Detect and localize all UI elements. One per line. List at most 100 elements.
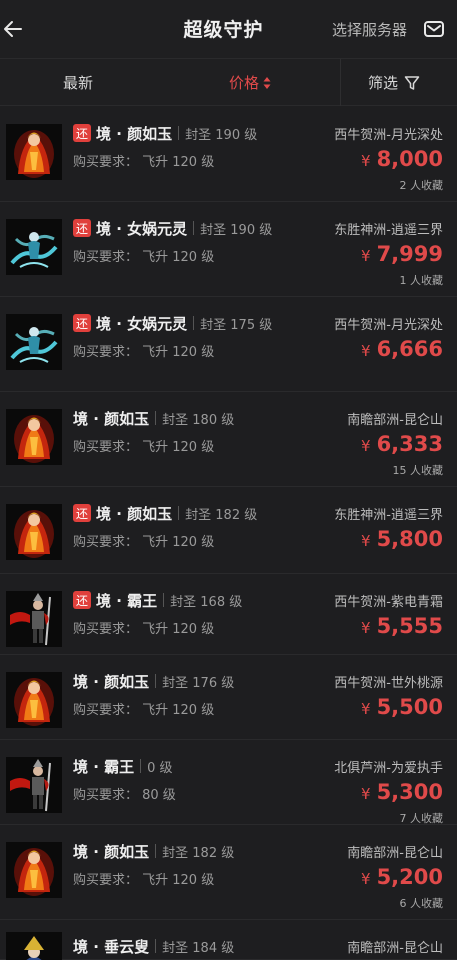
price-amount: 5,800	[376, 527, 443, 551]
bargain-badge: 还	[73, 314, 91, 332]
character-thumbnail	[6, 219, 62, 275]
price-amount: 5,300	[376, 780, 443, 804]
filter-button[interactable]: 筛选	[368, 72, 420, 93]
title-line: 境 · 颜如玉 封圣 176 级	[73, 671, 234, 691]
title-divider	[155, 939, 157, 953]
item-level: 0 级	[147, 760, 173, 776]
server-name: 北俱芦洲-为爱执手	[334, 761, 443, 776]
price-amount: 5,500	[376, 695, 443, 719]
currency-symbol: ¥	[361, 532, 371, 550]
listing-item[interactable]: 还境 · 颜如玉 封圣 190 级购买要求： 飞升 120 级 西牛贺洲-月光深处 ¥…	[0, 107, 457, 202]
mail-icon	[424, 21, 444, 37]
purchase-requirement: 购买要求： 飞升 120 级	[73, 703, 215, 718]
listing-item[interactable]: 境 · 颜如玉 封圣 182 级购买要求： 飞升 120 级 南瞻部洲-昆仑山 ¥5,…	[0, 825, 457, 920]
listing-item[interactable]: 还境 · 女娲元灵 封圣 175 级购买要求： 飞升 120 级 西牛贺洲-月光深处…	[0, 297, 457, 392]
server-name: 南瞻部洲-昆仑山	[347, 413, 443, 428]
item-price: ¥6,666	[361, 337, 443, 361]
item-level: 封圣 190 级	[185, 127, 258, 143]
title-divider	[155, 411, 157, 425]
character-thumbnail	[6, 932, 62, 960]
item-name: 境 · 颜如玉	[73, 409, 150, 428]
item-level: 封圣 176 级	[162, 675, 235, 691]
server-name: 西牛贺洲-月光深处	[334, 128, 443, 143]
listing-item[interactable]: 还境 · 颜如玉 封圣 182 级购买要求： 飞升 120 级 东胜神洲-逍遥三界 ¥…	[0, 487, 457, 574]
character-thumbnail	[6, 504, 62, 560]
message-button[interactable]	[423, 18, 445, 40]
character-thumbnail	[6, 314, 62, 370]
item-price: ¥5,200	[361, 865, 443, 889]
item-name: 境 · 垂云叟	[73, 937, 150, 956]
server-name: 东胜神洲-逍遥三界	[334, 223, 443, 238]
favorites-count: 6 人收藏	[399, 897, 444, 910]
tab-price-label: 价格	[229, 74, 260, 92]
tab-newest[interactable]: 最新	[63, 72, 93, 93]
filter-label: 筛选	[368, 74, 399, 92]
listing-item[interactable]: 还境 · 霸王 封圣 168 级购买要求： 飞升 120 级 西牛贺洲-紫电青霜 ¥5…	[0, 574, 457, 655]
item-price: ¥5,555	[361, 614, 443, 638]
item-price: ¥8,000	[361, 147, 443, 171]
filter-divider	[340, 59, 341, 106]
favorites-count: 2 人收藏	[399, 179, 444, 192]
character-thumbnail	[6, 124, 62, 180]
purchase-requirement: 购买要求： 飞升 120 级	[73, 155, 215, 170]
item-level: 封圣 168 级	[170, 594, 243, 610]
item-price: ¥5,800	[361, 527, 443, 551]
purchase-requirement: 购买要求： 飞升 120 级	[73, 250, 215, 265]
sort-filter-bar: 最新 价格 筛选	[0, 58, 457, 106]
item-name: 境 · 颜如玉	[96, 124, 173, 143]
item-name: 境 · 颜如玉	[96, 504, 173, 523]
price-amount: 6,666	[376, 337, 443, 361]
favorites-count: 1 人收藏	[399, 274, 444, 287]
item-price: ¥5,500	[361, 695, 443, 719]
purchase-requirement: 购买要求： 飞升 120 级	[73, 440, 215, 455]
listing-item[interactable]: 境 · 颜如玉 封圣 176 级购买要求： 飞升 120 级 西牛贺洲-世外桃源 ¥5…	[0, 655, 457, 740]
sort-updown-icon	[263, 76, 271, 90]
purchase-requirement: 购买要求： 飞升 120 级	[73, 345, 215, 360]
bargain-badge: 还	[73, 124, 91, 142]
title-line: 境 · 霸王 0 级	[73, 756, 173, 776]
title-divider	[163, 593, 165, 607]
listing-item[interactable]: 境 · 垂云叟 封圣 184 级 南瞻部洲-昆仑山	[0, 920, 457, 960]
character-thumbnail	[6, 409, 62, 465]
title-line: 境 · 垂云叟 封圣 184 级	[73, 936, 234, 956]
item-level: 封圣 180 级	[162, 412, 235, 428]
select-server-button[interactable]: 选择服务器	[332, 19, 407, 40]
favorites-count: 15 人收藏	[392, 464, 444, 477]
item-name: 境 · 颜如玉	[73, 842, 150, 861]
title-divider	[155, 844, 157, 858]
title-line: 还境 · 颜如玉 封圣 190 级	[73, 123, 257, 143]
title-line: 境 · 颜如玉 封圣 182 级	[73, 841, 234, 861]
item-name: 境 · 颜如玉	[73, 672, 150, 691]
title-line: 还境 · 霸王 封圣 168 级	[73, 590, 242, 610]
character-thumbnail	[6, 757, 62, 813]
currency-symbol: ¥	[361, 785, 371, 803]
server-name: 南瞻部洲-昆仑山	[347, 941, 443, 956]
price-amount: 5,555	[376, 614, 443, 638]
listing-item[interactable]: 境 · 霸王 0 级购买要求： 80 级 北俱芦洲-为爱执手 ¥5,300 7 人收藏	[0, 740, 457, 825]
bargain-badge: 还	[73, 504, 91, 522]
item-level: 封圣 190 级	[200, 222, 273, 238]
purchase-requirement: 购买要求： 飞升 120 级	[73, 873, 215, 888]
listing-item[interactable]: 境 · 颜如玉 封圣 180 级购买要求： 飞升 120 级 南瞻部洲-昆仑山 ¥6,…	[0, 392, 457, 487]
currency-symbol: ¥	[361, 152, 371, 170]
title-divider	[178, 506, 180, 520]
item-name: 境 · 霸王	[73, 757, 135, 776]
tab-price[interactable]: 价格	[229, 72, 271, 93]
item-name: 境 · 霸王	[96, 591, 158, 610]
title-line: 境 · 颜如玉 封圣 180 级	[73, 408, 234, 428]
currency-symbol: ¥	[361, 342, 371, 360]
currency-symbol: ¥	[361, 437, 371, 455]
item-price: ¥7,999	[361, 242, 443, 266]
title-line: 还境 · 女娲元灵 封圣 175 级	[73, 313, 272, 333]
listing-item[interactable]: 还境 · 女娲元灵 封圣 190 级购买要求： 飞升 120 级 东胜神洲-逍遥三界…	[0, 202, 457, 297]
currency-symbol: ¥	[361, 619, 371, 637]
purchase-requirement: 购买要求： 飞升 120 级	[73, 535, 215, 550]
item-name: 境 · 女娲元灵	[96, 314, 188, 333]
funnel-icon	[404, 75, 420, 90]
price-amount: 6,333	[376, 432, 443, 456]
title-divider	[140, 759, 142, 773]
character-thumbnail	[6, 842, 62, 898]
item-level: 封圣 184 级	[162, 940, 235, 956]
purchase-requirement: 购买要求： 飞升 120 级	[73, 622, 215, 637]
server-name: 西牛贺洲-月光深处	[334, 318, 443, 333]
